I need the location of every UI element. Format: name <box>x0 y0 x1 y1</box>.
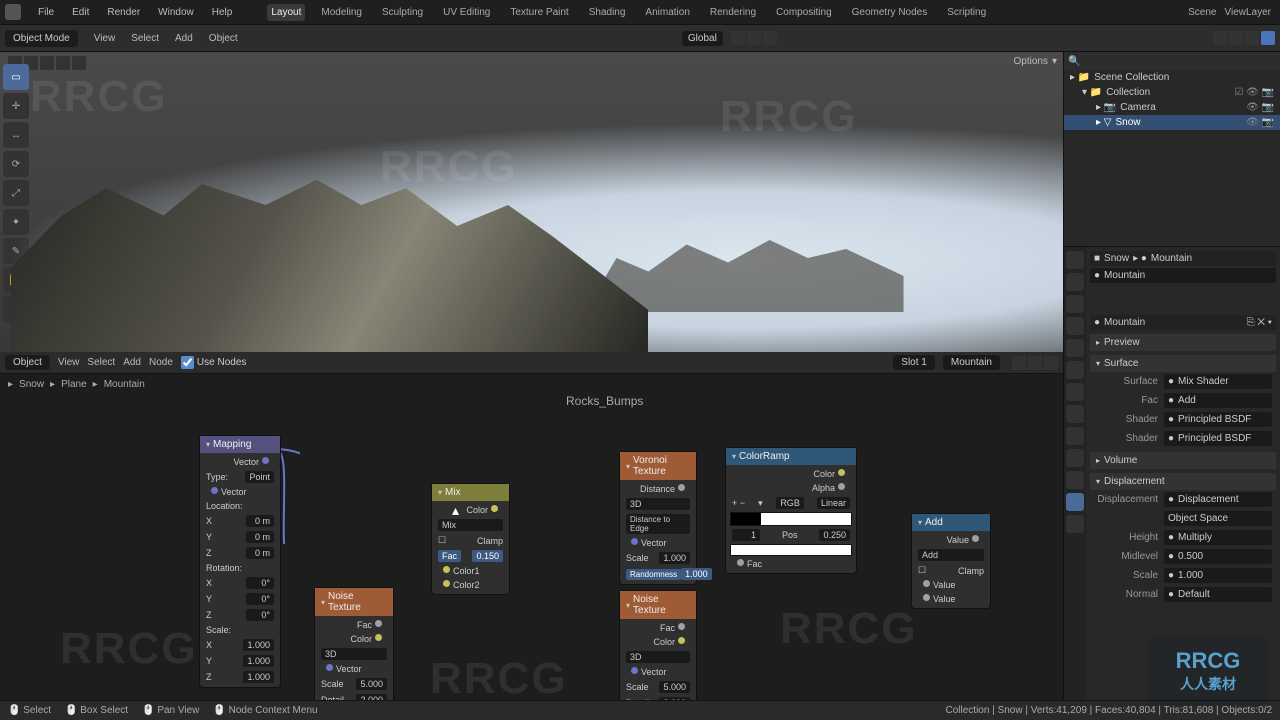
use-nodes-checkbox[interactable]: Use Nodes <box>181 356 246 369</box>
material-name-field[interactable]: ● Mountain⎘ ✕ ▾ <box>1090 315 1276 330</box>
render-tab-icon[interactable] <box>1066 251 1084 269</box>
outliner-panel[interactable]: 🔍 ▸ 📁 Scene Collection ▾ 📁 Collection☑ 👁… <box>1064 52 1280 247</box>
watermark-text: RRCG <box>30 72 168 122</box>
select-tool-icon[interactable]: ▭ <box>3 64 29 90</box>
workspace-tab[interactable]: Sculpting <box>378 4 427 21</box>
node-add-menu[interactable]: Add <box>123 357 141 368</box>
node-voronoi-texture[interactable]: ▾Voronoi Texture Distance 3D Distance to… <box>620 452 696 584</box>
cursor-tool-icon[interactable]: ✛ <box>3 93 29 119</box>
material-tab-icon[interactable] <box>1066 493 1084 511</box>
node-pin-icons[interactable] <box>1012 356 1058 370</box>
workspace-tab-layout[interactable]: Layout <box>267 4 305 21</box>
node-mapping[interactable]: ▾Mapping Vector Type:Point Vector Locati… <box>200 436 280 687</box>
material-slot-selector[interactable]: Slot 1 <box>893 355 935 370</box>
panel-surface[interactable]: ▾Surface <box>1090 355 1276 372</box>
workspace-tab[interactable]: Scripting <box>943 4 990 21</box>
workspace-tab[interactable]: UV Editing <box>439 4 494 21</box>
workspace-tab[interactable]: Rendering <box>706 4 760 21</box>
world-tab-icon[interactable] <box>1066 339 1084 357</box>
color-ramp-swatch[interactable] <box>730 544 852 556</box>
viewlayer-tab-icon[interactable] <box>1066 295 1084 313</box>
select-menu[interactable]: Select <box>131 33 159 44</box>
watermark-text: RRCG <box>60 624 198 674</box>
node-editor-header: Object View Select Add Node Use Nodes Sl… <box>0 352 1063 374</box>
view-menu[interactable]: View <box>94 33 116 44</box>
viewlayer-selector[interactable]: ViewLayer <box>1224 7 1271 18</box>
watermark-text: RRCG <box>430 654 568 704</box>
outliner-header: 🔍 <box>1064 52 1280 70</box>
viewport-3d[interactable]: Options ▾ ▭ ✛ ↔ ⟳ ⤢ ✦ ✎ 📐 ▦ RRCG RRCG RR… <box>0 52 1063 352</box>
output-tab-icon[interactable] <box>1066 273 1084 291</box>
workspace-tab[interactable]: Texture Paint <box>506 4 572 21</box>
viewport-header: Object Mode View Select Add Object Globa… <box>0 25 1280 52</box>
status-bar: 🖱️ Select 🖱️ Box Select 🖱️ Pan View 🖱️ N… <box>0 700 1280 720</box>
workspace-tab[interactable]: Animation <box>641 4 693 21</box>
object-tab-icon[interactable] <box>1066 361 1084 379</box>
constraint-tab-icon[interactable] <box>1066 449 1084 467</box>
outliner-item[interactable]: ▾ 📁 Collection☑ 👁 📷 <box>1064 85 1280 100</box>
texture-tab-icon[interactable] <box>1066 515 1084 533</box>
node-colorramp[interactable]: ▾ColorRamp Color Alpha + −▾RGBLinear 1Po… <box>726 448 856 573</box>
menu-edit[interactable]: Edit <box>72 7 89 18</box>
crumb-item[interactable]: Mountain <box>104 379 145 390</box>
data-tab-icon[interactable] <box>1066 471 1084 489</box>
workspace-tab[interactable]: Shading <box>585 4 630 21</box>
workspace-tab[interactable]: Modeling <box>317 4 366 21</box>
scene-tab-icon[interactable] <box>1066 317 1084 335</box>
node-breadcrumb: ▸ Snow ▸ Plane ▸ Mountain <box>0 374 1063 394</box>
panel-preview[interactable]: ▸Preview <box>1090 334 1276 351</box>
material-name-field[interactable]: Mountain <box>943 355 1000 370</box>
node-mode[interactable]: Object <box>5 355 50 370</box>
watermark-text: RRCG <box>780 604 918 654</box>
add-menu[interactable]: Add <box>175 33 193 44</box>
watermark-badge: RRCG人人素材 <box>1148 636 1268 706</box>
menu-file[interactable]: File <box>38 7 54 18</box>
mode-selector[interactable]: Object Mode <box>5 30 78 47</box>
blender-logo-icon <box>5 4 21 20</box>
panel-displacement[interactable]: ▾Displacement <box>1090 473 1276 490</box>
viewport-options[interactable]: Options ▾ <box>1014 56 1058 67</box>
physics-tab-icon[interactable] <box>1066 427 1084 445</box>
crumb-item[interactable]: Plane <box>61 379 87 390</box>
shading-mode-buttons[interactable] <box>1213 31 1275 45</box>
status-stats: Collection | Snow | Verts:41,209 | Faces… <box>946 705 1273 716</box>
node-mix[interactable]: ▾Mix Color Mix ☐Clamp Fac0.150 Color1 Co… <box>432 484 509 594</box>
property-tabs[interactable] <box>1064 247 1086 720</box>
top-menu-bar: File Edit Render Window Help Layout Mode… <box>0 0 1280 25</box>
menu-window[interactable]: Window <box>158 7 194 18</box>
workspace-tab[interactable]: Geometry Nodes <box>848 4 932 21</box>
menu-help[interactable]: Help <box>212 7 233 18</box>
outliner-item[interactable]: ▸ 📁 Scene Collection <box>1064 70 1280 85</box>
node-math-add[interactable]: ▾Add Value Add ☐Clamp Value Value <box>912 514 990 608</box>
panel-volume[interactable]: ▸Volume <box>1090 452 1276 469</box>
shader-node-editor[interactable]: Object View Select Add Node Use Nodes Sl… <box>0 352 1063 720</box>
object-menu[interactable]: Object <box>209 33 238 44</box>
outliner-item-selected[interactable]: ▸ ▽ Snow👁 📷 <box>1064 115 1280 130</box>
property-breadcrumb: ■ Snow ▸ ● Mountain <box>1090 251 1276 266</box>
modifier-tab-icon[interactable] <box>1066 383 1084 401</box>
color-ramp-gradient[interactable] <box>730 512 852 526</box>
particle-tab-icon[interactable] <box>1066 405 1084 423</box>
node-select-menu[interactable]: Select <box>87 357 115 368</box>
transform-pivot-icons[interactable] <box>731 31 777 45</box>
node-node-menu[interactable]: Node <box>149 357 173 368</box>
node-view-menu[interactable]: View <box>58 357 80 368</box>
menu-render[interactable]: Render <box>107 7 140 18</box>
workspace-tab[interactable]: Compositing <box>772 4 836 21</box>
outliner-item[interactable]: ▸ 📷 Camera👁 📷 <box>1064 100 1280 115</box>
material-slot[interactable]: ● Mountain <box>1090 268 1276 283</box>
frame-label: Rocks_Bumps <box>566 394 643 408</box>
scene-selector[interactable]: Scene <box>1188 7 1216 18</box>
node-canvas[interactable]: Rocks_Bumps ▾Mapping <box>0 394 1063 720</box>
orientation-selector[interactable]: Global <box>682 31 723 46</box>
crumb-item[interactable]: Snow <box>19 379 44 390</box>
mouse-cursor-icon: ▴ <box>452 502 459 519</box>
